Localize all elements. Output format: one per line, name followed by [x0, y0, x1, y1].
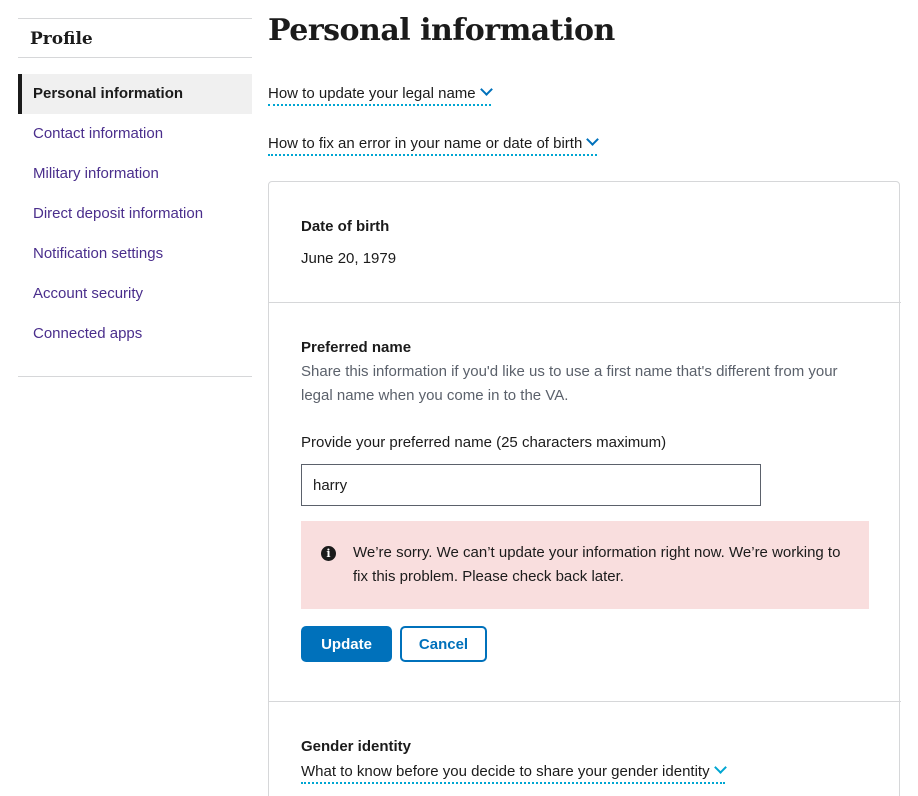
date-of-birth-label: Date of birth [301, 218, 390, 235]
main-content: Personal information How to update your … [268, 0, 902, 796]
info-icon: i [321, 546, 336, 561]
accordion-label: What to know before you decide to share … [301, 763, 710, 780]
section-divider [269, 701, 901, 702]
sidebar-item-connected-apps[interactable]: Connected apps [18, 314, 252, 354]
cancel-button[interactable]: Cancel [400, 626, 487, 662]
profile-page: Profile Personal information Contact inf… [0, 0, 918, 796]
preferred-name-hint: Share this information if you'd like us … [301, 363, 838, 404]
chevron-down-icon [713, 761, 727, 774]
preferred-name-label: Preferred name [301, 339, 412, 356]
sidebar-nav-list: Personal information Contact information… [18, 74, 252, 377]
preferred-name-field-label: Provide your preferred name (25 characte… [301, 434, 667, 451]
chevron-down-icon [479, 83, 493, 96]
sidebar-item-personal-information[interactable]: Personal information [18, 74, 252, 114]
sidebar-item-notification-settings[interactable]: Notification settings [18, 234, 252, 274]
gender-identity-accordion[interactable]: What to know before you decide to share … [301, 761, 727, 784]
fix-error-accordion[interactable]: How to fix an error in your name or date… [268, 133, 600, 156]
sidebar-item-account-security[interactable]: Account security [18, 274, 252, 314]
section-divider [269, 302, 901, 303]
error-alert: i We’re sorry. We can’t update your info… [301, 521, 869, 609]
legal-name-accordion[interactable]: How to update your legal name [268, 83, 493, 106]
accordion-label: How to fix an error in your name or date… [268, 135, 583, 152]
update-button[interactable]: Update [301, 626, 392, 662]
gender-identity-label: Gender identity [301, 738, 412, 755]
error-alert-message: We’re sorry. We can’t update your inform… [353, 544, 841, 585]
page-title: Personal information [268, 13, 615, 48]
preferred-name-input[interactable] [301, 464, 761, 506]
date-of-birth-value: June 20, 1979 [301, 250, 397, 267]
sidebar-title: Profile [18, 18, 252, 58]
chevron-down-icon [586, 133, 600, 146]
accordion-label: How to update your legal name [268, 85, 476, 102]
sidebar-item-military-information[interactable]: Military information [18, 154, 252, 194]
sidebar-item-direct-deposit-information[interactable]: Direct deposit information [18, 194, 252, 234]
sidebar-item-contact-information[interactable]: Contact information [18, 114, 252, 154]
personal-info-card: Date of birth June 20, 1979 Preferred na… [268, 181, 901, 796]
profile-sidebar: Profile Personal information Contact inf… [18, 18, 252, 377]
